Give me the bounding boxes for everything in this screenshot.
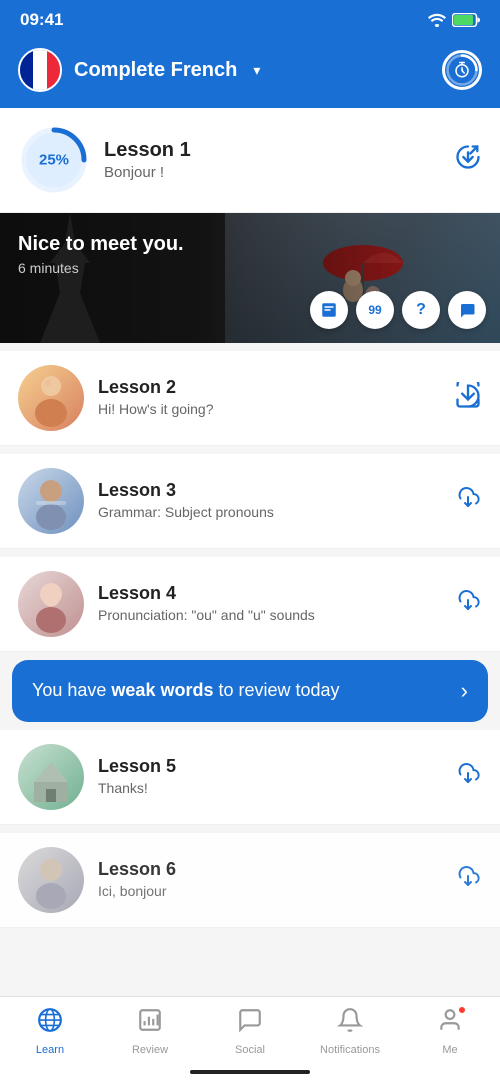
lesson-1-title: Lesson 1: [104, 139, 440, 162]
battery-icon: [452, 13, 480, 27]
lesson-3-row[interactable]: Lesson 3 Grammar: Subject pronouns: [0, 454, 500, 549]
lesson-5-row[interactable]: Lesson 5 Thanks!: [0, 730, 500, 825]
lesson-4-thumb: [18, 571, 84, 637]
lesson-1-download-button[interactable]: [454, 143, 482, 178]
learn-label: Learn: [36, 1044, 64, 1056]
lesson-6-title: Lesson 6: [98, 859, 440, 880]
lesson-1-row[interactable]: 25% Lesson 1 Bonjour !: [0, 108, 500, 213]
lesson-6-row[interactable]: Lesson 6 Ici, bonjour: [0, 833, 500, 928]
lesson-2-title: Lesson 2: [98, 377, 440, 398]
social-label: Social: [235, 1044, 265, 1056]
wifi-icon: [428, 13, 446, 27]
nav-item-me[interactable]: Me: [420, 1007, 480, 1056]
lesson-4-row[interactable]: Lesson 4 Pronunciation: "ou" and "u" sou…: [0, 557, 500, 652]
status-icons: [428, 13, 480, 27]
banner-icon-vocab-count[interactable]: 99: [356, 291, 394, 329]
lesson-6-info: Lesson 6 Ici, bonjour: [98, 859, 440, 900]
header-left[interactable]: Complete French ▾: [18, 48, 260, 92]
course-title: Complete French: [74, 59, 237, 82]
weak-words-banner[interactable]: You have weak words to review today ›: [12, 660, 488, 722]
notifications-icon: [337, 1007, 363, 1040]
nav-item-learn[interactable]: Learn: [20, 1007, 80, 1056]
status-bar: 09:41: [0, 0, 500, 38]
banner-icon-chat[interactable]: [448, 291, 486, 329]
course-dropdown-icon[interactable]: ▾: [253, 62, 260, 79]
lesson-5-download-button[interactable]: [454, 761, 482, 794]
lesson-4-title: Lesson 4: [98, 583, 440, 604]
nav-item-notifications[interactable]: Notifications: [320, 1007, 380, 1056]
lessons-list: Lesson 2 Hi! How's it going? Lesson 3 G: [0, 351, 500, 928]
lesson-2-download-button[interactable]: [454, 382, 482, 415]
lesson-3-title: Lesson 3: [98, 480, 440, 501]
social-icon: [237, 1007, 263, 1040]
lesson-1-info: Lesson 1 Bonjour !: [104, 139, 440, 181]
bottom-nav: Learn Review Social Not: [0, 996, 500, 1080]
banner-title: Nice to meet you.: [18, 233, 184, 256]
banner-subtitle: 6 minutes: [18, 260, 184, 276]
lesson-5-title: Lesson 5: [98, 756, 440, 777]
lesson-6-subtitle: Ici, bonjour: [98, 882, 440, 900]
timer-icon: [453, 61, 471, 79]
timer-button[interactable]: [442, 50, 482, 90]
notifications-label: Notifications: [320, 1044, 380, 1056]
lesson-3-download-button[interactable]: [454, 485, 482, 518]
me-badge-dot: [457, 1005, 467, 1015]
weak-words-chevron-icon: ›: [461, 678, 468, 704]
banner-action-icons[interactable]: 99 ?: [310, 291, 486, 329]
flag-icon: [18, 48, 62, 92]
me-label: Me: [442, 1044, 457, 1056]
progress-percent: 25%: [39, 152, 69, 169]
lesson-5-subtitle: Thanks!: [98, 779, 440, 797]
lesson-3-thumb: [18, 468, 84, 534]
lesson-1-subtitle: Bonjour !: [104, 164, 440, 181]
review-label: Review: [132, 1044, 168, 1056]
lesson-4-subtitle: Pronunciation: "ou" and "u" sounds: [98, 606, 440, 624]
header: Complete French ▾: [0, 38, 500, 108]
banner-icon-help[interactable]: ?: [402, 291, 440, 329]
lesson-1-banner[interactable]: Nice to meet you. 6 minutes 99 ?: [0, 213, 500, 343]
home-indicator: [190, 1070, 310, 1074]
lesson-2-row[interactable]: Lesson 2 Hi! How's it going?: [0, 351, 500, 446]
lesson-5-info: Lesson 5 Thanks!: [98, 756, 440, 797]
progress-circle: 25%: [18, 124, 90, 196]
me-icon: [437, 1007, 463, 1040]
nav-item-review[interactable]: Review: [120, 1007, 180, 1056]
weak-words-text: You have weak words to review today: [32, 678, 461, 703]
lesson-2-subtitle: Hi! How's it going?: [98, 400, 440, 418]
lesson-6-thumb: [18, 847, 84, 913]
lesson-4-info: Lesson 4 Pronunciation: "ou" and "u" sou…: [98, 583, 440, 624]
lesson-3-info: Lesson 3 Grammar: Subject pronouns: [98, 480, 440, 521]
lesson-4-download-button[interactable]: [454, 588, 482, 621]
review-icon: [137, 1007, 163, 1040]
nav-item-social[interactable]: Social: [220, 1007, 280, 1056]
lesson-6-download-button[interactable]: [454, 864, 482, 897]
status-time: 09:41: [20, 10, 63, 30]
lesson-2-info: Lesson 2 Hi! How's it going?: [98, 377, 440, 418]
learn-icon: [37, 1007, 63, 1040]
lesson-3-subtitle: Grammar: Subject pronouns: [98, 503, 440, 521]
lesson-5-thumb: [18, 744, 84, 810]
lesson-2-thumb: [18, 365, 84, 431]
banner-icon-vocab[interactable]: [310, 291, 348, 329]
